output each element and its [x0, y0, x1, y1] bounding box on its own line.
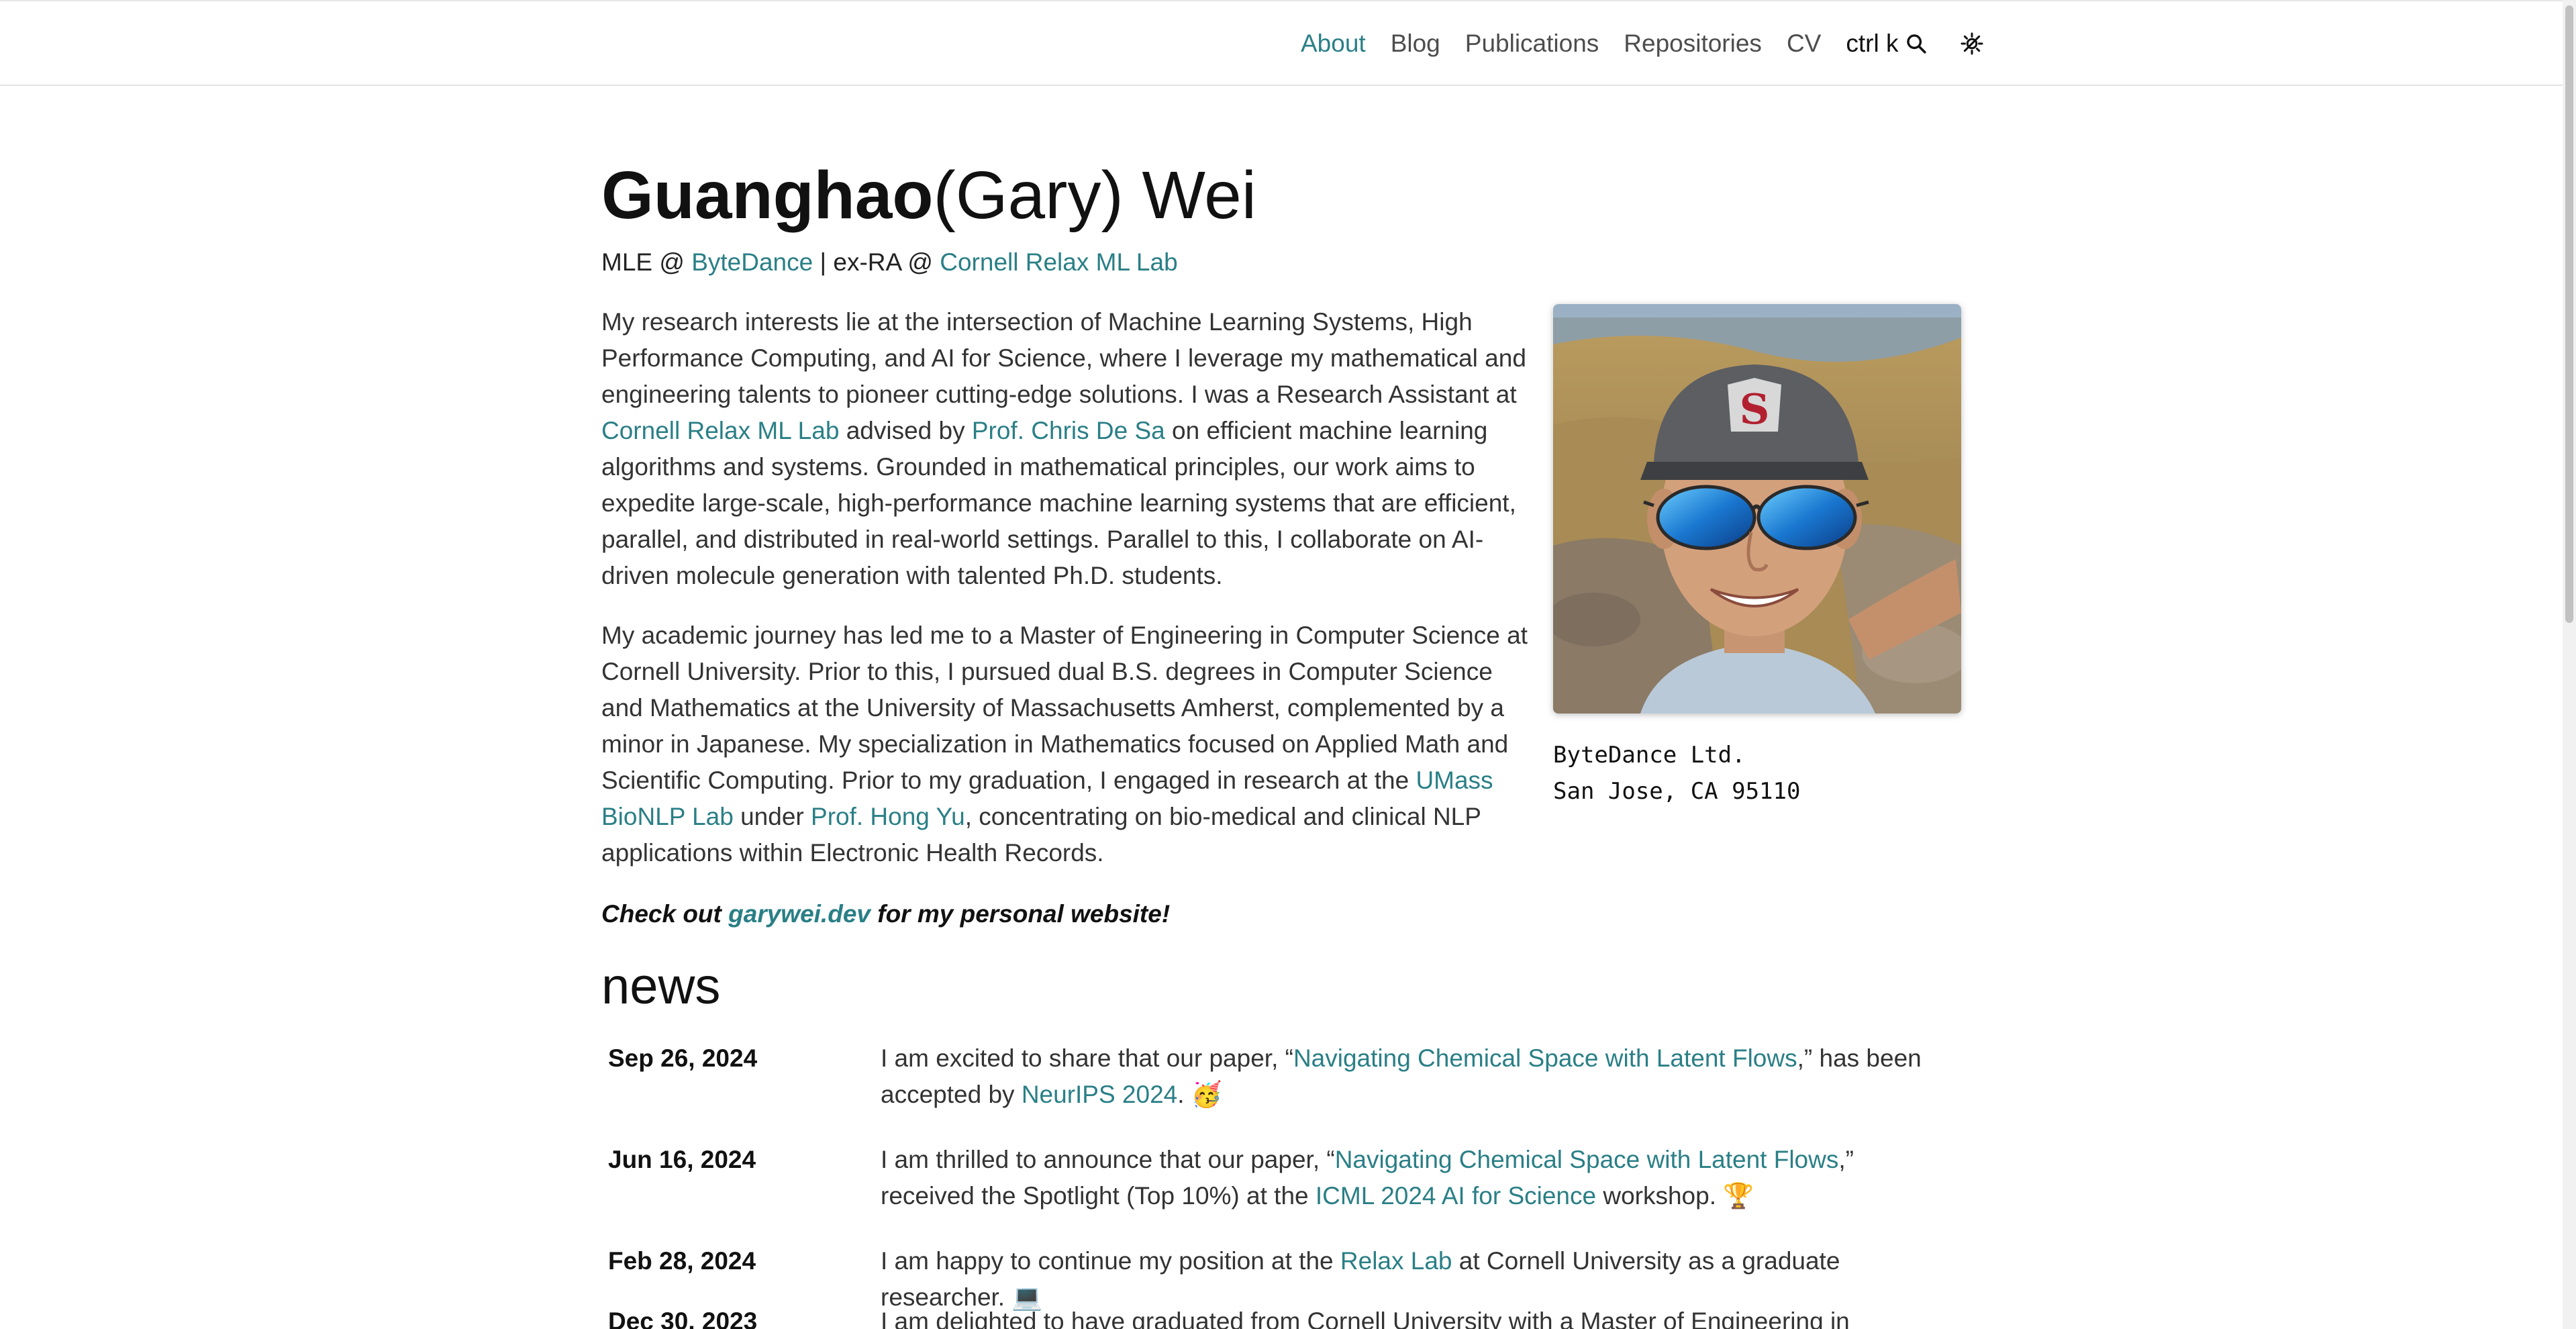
icml-workshop-link[interactable]: ICML 2024 AI for Science: [1316, 1182, 1596, 1210]
search-button[interactable]: ctrl k: [1846, 30, 1928, 58]
profile-photo: S: [1553, 304, 1961, 713]
bytedance-link[interactable]: ByteDance: [691, 248, 813, 276]
news-date: Dec 30, 2023: [608, 1308, 758, 1329]
nav-publications[interactable]: Publications: [1465, 30, 1599, 58]
address-line-1: ByteDance Ltd.: [1553, 742, 1746, 769]
page-title: Guanghao(Gary) Wei: [601, 156, 1256, 235]
navbar: About Blog Publications Repositories CV …: [0, 1, 2563, 86]
paper-link[interactable]: Navigating Chemical Space with Latent Fl…: [1335, 1146, 1839, 1173]
news-text-part: I am excited to share that our paper, “: [881, 1044, 1293, 1072]
search-shortcut-label: ctrl k: [1846, 30, 1899, 57]
cornell-relax-link[interactable]: Cornell Relax ML Lab: [601, 417, 839, 444]
news-text-part: I am thrilled to announce that our paper…: [881, 1146, 1335, 1173]
scrollbar-thumb[interactable]: [2565, 5, 2573, 623]
news-date: Feb 28, 2024: [608, 1247, 756, 1275]
news-text: I am delighted to have graduated from Co…: [881, 1303, 1954, 1329]
bio-text: advised by: [839, 417, 972, 444]
news-text: I am excited to share that our paper, “N…: [881, 1040, 1954, 1113]
name-rest: (Gary) Wei: [933, 158, 1256, 233]
bio-text: My research interests lie at the interse…: [601, 308, 1526, 408]
page-subtitle: MLE @ ByteDance | ex-RA @ Cornell Relax …: [601, 246, 1178, 279]
subtitle-middle: | ex-RA @: [813, 248, 940, 276]
nav-cv[interactable]: CV: [1787, 30, 1821, 58]
address-line-2: San Jose, CA 95110: [1553, 778, 1801, 805]
nav-blog[interactable]: Blog: [1391, 30, 1440, 58]
website-callout: Check out garywei.dev for my personal we…: [601, 896, 1170, 932]
address-block: ByteDance Ltd. San Jose, CA 95110: [1553, 737, 1800, 809]
news-text-part: I am delighted to have graduated from Co…: [881, 1308, 1850, 1329]
bio-text: under: [733, 803, 811, 830]
garywei-dev-link[interactable]: garywei.dev: [728, 900, 871, 928]
bio-text: My academic journey has led me to a Mast…: [601, 622, 1528, 794]
profile-photo-illustration: S: [1553, 304, 1961, 713]
news-text: I am thrilled to announce that our paper…: [881, 1142, 1954, 1214]
nav-repositories[interactable]: Repositories: [1624, 30, 1762, 58]
neurips-link[interactable]: NeurIPS 2024: [1022, 1081, 1177, 1108]
subtitle-prefix: MLE @: [601, 248, 692, 276]
nav-about[interactable]: About: [1301, 30, 1366, 58]
news-text-part: I am happy to continue my position at th…: [881, 1247, 1340, 1275]
bio-paragraph-1: My research interests lie at the interse…: [601, 304, 1528, 594]
chris-de-sa-link[interactable]: Prof. Chris De Sa: [972, 417, 1165, 444]
theme-toggle-icon: [1961, 32, 1983, 55]
page-scrollbar[interactable]: [2563, 0, 2576, 1329]
bio-paragraph-2: My academic journey has led me to a Mast…: [601, 618, 1528, 871]
nav-menu: About Blog Publications Repositories CV …: [1301, 1, 1984, 86]
callout-text: for my personal website!: [870, 900, 1171, 928]
svg-text:S: S: [1740, 385, 1770, 434]
news-text-part: . 🥳: [1177, 1081, 1222, 1108]
callout-text: Check out: [601, 900, 729, 928]
paper-link[interactable]: Navigating Chemical Space with Latent Fl…: [1293, 1044, 1797, 1072]
name-first: Guanghao: [601, 158, 934, 233]
relax-lab-news-link[interactable]: Relax Lab: [1340, 1247, 1452, 1275]
news-date: Sep 26, 2024: [608, 1044, 758, 1072]
hong-yu-link[interactable]: Prof. Hong Yu: [811, 803, 965, 830]
relax-lab-link[interactable]: Cornell Relax ML Lab: [940, 248, 1177, 276]
theme-toggle-button[interactable]: [1960, 32, 1984, 56]
news-text-part: workshop. 🏆: [1596, 1182, 1754, 1210]
news-heading: news: [601, 958, 721, 1015]
news-date: Jun 16, 2024: [608, 1146, 756, 1173]
search-icon: [1907, 34, 1927, 54]
